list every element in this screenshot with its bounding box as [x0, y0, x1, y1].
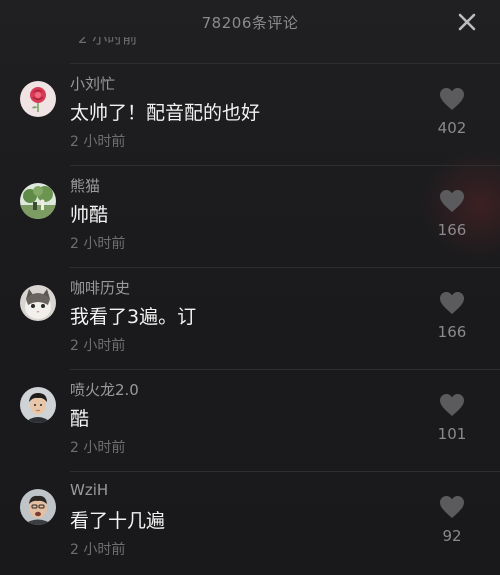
comment-text: 帅酷	[70, 204, 109, 226]
like-button[interactable]: 166	[424, 291, 480, 341]
comment-divider	[70, 369, 500, 370]
like-count: 402	[437, 119, 467, 137]
like-button[interactable]: 166	[424, 189, 480, 239]
comment-text: 酷	[70, 408, 90, 430]
comment-sheet: 78206条评论 2 小时前 小刘忙 太帅了！配音配的也好 2 小时前	[0, 0, 500, 575]
comment-username[interactable]: 咖啡历史	[70, 277, 130, 298]
person-avatar-image	[20, 489, 56, 525]
heart-icon[interactable]	[439, 393, 465, 417]
comment-time: 2 小时前	[70, 236, 126, 252]
comment-text: 太帅了！配音配的也好	[70, 102, 261, 124]
close-button[interactable]	[456, 11, 478, 33]
person-avatar[interactable]	[20, 387, 56, 423]
like-button[interactable]: 92	[424, 495, 480, 545]
comment-text: 我看了3遍。订	[70, 306, 197, 328]
previous-comment-time: 2 小时前	[78, 37, 138, 45]
person-avatar[interactable]	[20, 489, 56, 525]
like-button[interactable]: 101	[424, 393, 480, 443]
comment-username[interactable]: 小刘忙	[70, 73, 115, 94]
close-icon	[458, 13, 476, 31]
heart-icon[interactable]	[439, 87, 465, 111]
rose-avatar-image	[20, 81, 56, 117]
comment-item: 喷火龙2.0 酷 2 小时前 101	[0, 369, 500, 471]
comment-item: 咖啡历史 我看了3遍。订 2 小时前 166	[0, 267, 500, 369]
comment-divider	[70, 471, 500, 472]
heart-icon[interactable]	[439, 189, 465, 213]
comment-item: 小刘忙 太帅了！配音配的也好 2 小时前 402	[0, 63, 500, 165]
comment-divider	[70, 165, 500, 166]
comment-item: 熊猫 帅酷 2 小时前 166	[0, 165, 500, 267]
landscape-avatar[interactable]	[20, 183, 56, 219]
comment-count-title: 78206条评论	[201, 14, 299, 32]
comment-item: WziH 看了十几遍 2 小时前 92	[0, 471, 500, 573]
previous-comment-time-peek: 2 小时前	[78, 37, 138, 45]
comment-username[interactable]: 喷火龙2.0	[70, 379, 139, 400]
comment-text: 看了十几遍	[70, 510, 166, 532]
comment-header: 78206条评论	[0, 0, 500, 46]
like-count: 101	[437, 425, 467, 443]
like-count: 166	[437, 323, 467, 341]
comment-divider	[70, 267, 500, 268]
cat-avatar-image	[20, 285, 56, 321]
like-button[interactable]: 402	[424, 87, 480, 137]
comment-time: 2 小时前	[70, 134, 126, 150]
comment-divider	[70, 63, 500, 64]
like-count: 92	[442, 527, 462, 545]
heart-icon[interactable]	[439, 291, 465, 315]
comment-time: 2 小时前	[70, 542, 126, 558]
comment-time: 2 小时前	[70, 440, 126, 456]
person-avatar-image	[20, 387, 56, 423]
rose-avatar[interactable]	[20, 81, 56, 117]
comment-username[interactable]: WziH	[70, 481, 108, 499]
heart-icon[interactable]	[439, 495, 465, 519]
comment-time: 2 小时前	[70, 338, 126, 354]
cat-avatar[interactable]	[20, 285, 56, 321]
like-count: 166	[437, 221, 467, 239]
landscape-avatar-image	[20, 183, 56, 219]
comment-username[interactable]: 熊猫	[70, 175, 100, 196]
